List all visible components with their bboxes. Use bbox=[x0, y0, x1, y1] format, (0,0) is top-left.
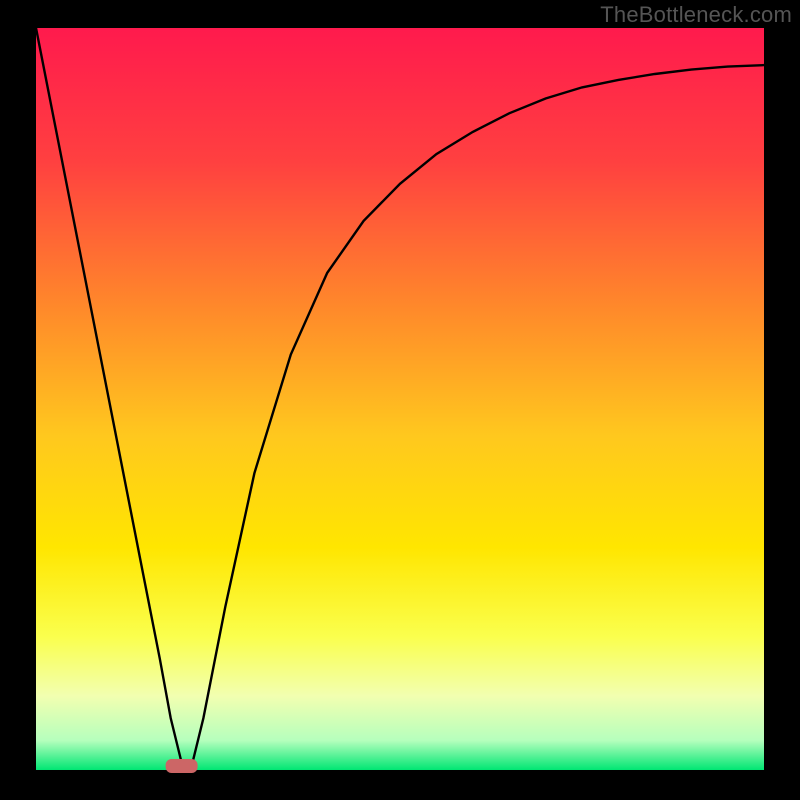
highlight-marker bbox=[166, 759, 198, 773]
chart-svg bbox=[0, 0, 800, 800]
chart-frame: TheBottleneck.com bbox=[0, 0, 800, 800]
plot-background bbox=[36, 28, 764, 770]
watermark-text: TheBottleneck.com bbox=[600, 2, 792, 28]
